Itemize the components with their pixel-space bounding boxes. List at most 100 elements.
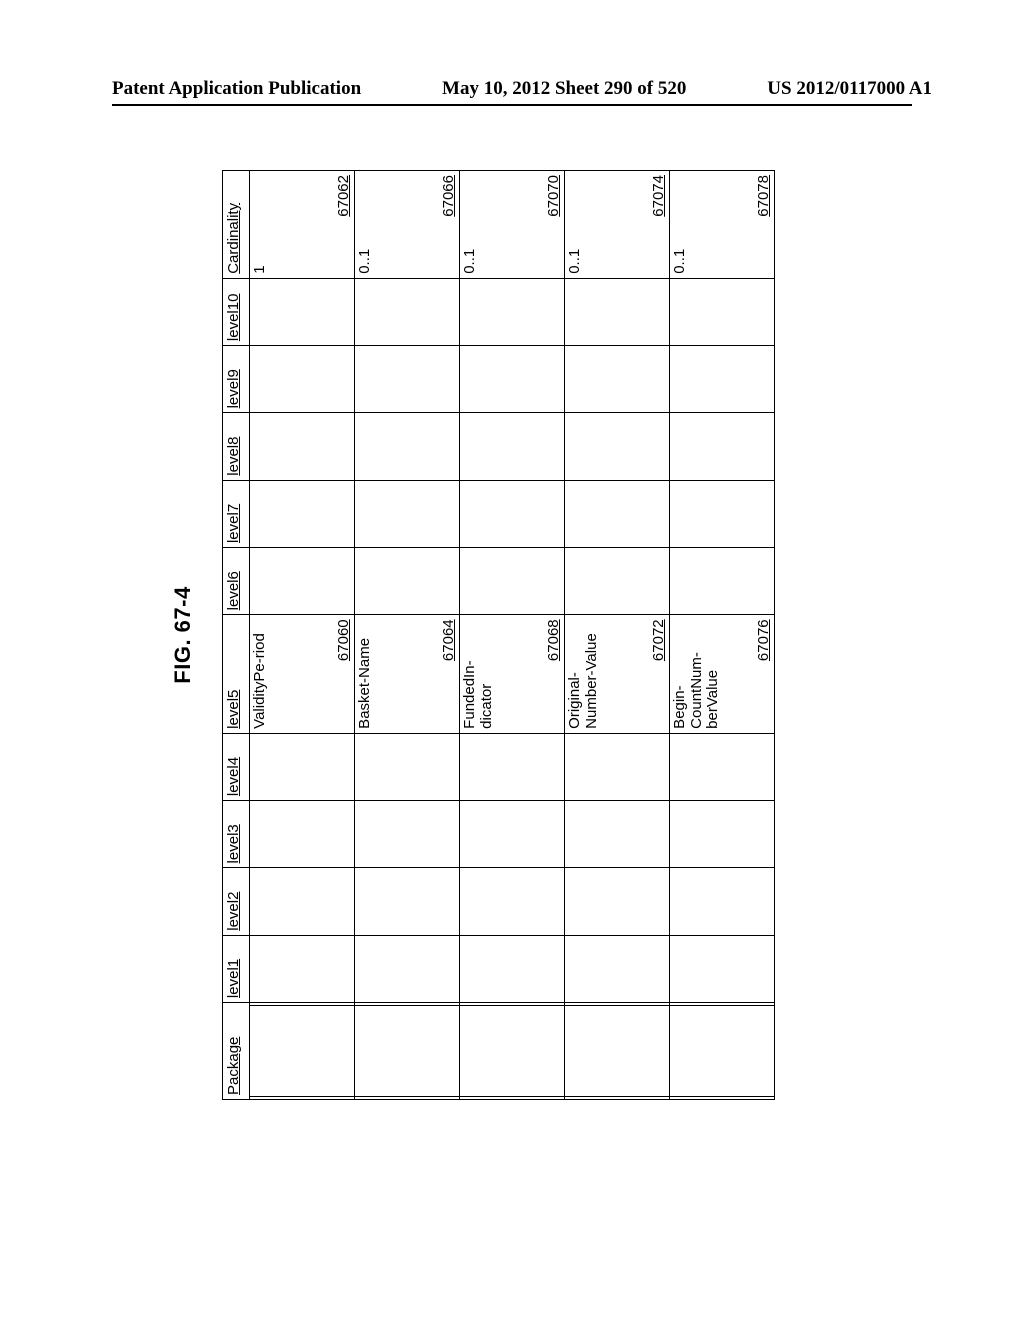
cell-level3 (460, 801, 565, 868)
cell-level4 (250, 733, 355, 800)
cell-level10 (355, 278, 460, 345)
cell-level2 (670, 868, 775, 935)
col-level5: level5 (223, 615, 250, 733)
cell-level10 (670, 278, 775, 345)
cell-level8 (250, 413, 355, 480)
level5-ref: 67072 (650, 619, 667, 661)
cell-level6 (250, 548, 355, 615)
cell-level1 (565, 935, 670, 1002)
cell-level8 (670, 413, 775, 480)
cardinality-value: 0..1 (567, 175, 584, 274)
level5-ref: 67068 (545, 619, 562, 661)
cell-level2 (565, 868, 670, 935)
cell-package (460, 1003, 565, 1100)
cell-level5: FundedIn-dicator 67068 (460, 615, 565, 733)
cell-level4 (670, 733, 775, 800)
col-level9: level9 (223, 346, 250, 413)
level5-text: FundedIn-dicator (462, 619, 495, 728)
cell-package (355, 1003, 460, 1100)
table-row: Begin-CountNum-berValue 67076 0..1 67078 (670, 171, 775, 1100)
cell-level4 (565, 733, 670, 800)
cardinality-value: 0..1 (462, 175, 479, 274)
cell-cardinality: 0..1 67074 (565, 171, 670, 279)
level5-text: Basket-Name (357, 619, 374, 728)
figure-area: FIG. 67-4 Package level1 level2 level3 l… (170, 170, 775, 1100)
cell-package (670, 1003, 775, 1100)
cell-level9 (565, 346, 670, 413)
cell-level6 (670, 548, 775, 615)
cell-level6 (355, 548, 460, 615)
cell-level10 (565, 278, 670, 345)
cell-level10 (460, 278, 565, 345)
cardinality-value: 0..1 (672, 175, 689, 274)
cell-level4 (460, 733, 565, 800)
cell-level4 (355, 733, 460, 800)
cell-level6 (565, 548, 670, 615)
level5-ref: 67064 (440, 619, 457, 661)
level5-ref: 67060 (335, 619, 352, 661)
header-rule (112, 104, 912, 106)
col-level3: level3 (223, 801, 250, 868)
table-row: Basket-Name 67064 0..1 67066 (355, 171, 460, 1100)
level5-text: ValidityPe-riod (252, 619, 269, 728)
cell-level2 (355, 868, 460, 935)
cardinality-ref: 67070 (545, 175, 562, 217)
cell-level7 (250, 480, 355, 547)
level5-ref: 67076 (755, 619, 772, 661)
cell-level7 (565, 480, 670, 547)
col-level8: level8 (223, 413, 250, 480)
cell-level3 (250, 801, 355, 868)
col-level2: level2 (223, 868, 250, 935)
cardinality-ref: 67078 (755, 175, 772, 217)
level5-text: Begin-CountNum-berValue (672, 619, 722, 728)
cell-cardinality: 0..1 67078 (670, 171, 775, 279)
col-cardinality: Cardinality (223, 171, 250, 279)
cardinality-ref: 67066 (440, 175, 457, 217)
cell-level1 (670, 935, 775, 1002)
cell-level2 (460, 868, 565, 935)
cell-level2 (250, 868, 355, 935)
cell-level3 (565, 801, 670, 868)
header-center: May 10, 2012 Sheet 290 of 520 (442, 78, 686, 100)
table-body: ValidityPe-riod 67060 1 67062 (250, 171, 775, 1100)
cell-level8 (460, 413, 565, 480)
cell-level3 (355, 801, 460, 868)
cardinality-ref: 67062 (335, 175, 352, 217)
table-row: Original-Number-Value 67072 0..1 67074 (565, 171, 670, 1100)
cell-level7 (355, 480, 460, 547)
level5-text: Original-Number-Value (567, 619, 600, 728)
cell-level8 (355, 413, 460, 480)
col-level4: level4 (223, 733, 250, 800)
cell-level1 (355, 935, 460, 1002)
cell-level9 (250, 346, 355, 413)
cell-level7 (460, 480, 565, 547)
col-level6: level6 (223, 548, 250, 615)
cell-level5: Begin-CountNum-berValue 67076 (670, 615, 775, 733)
page-header: Patent Application Publication May 10, 2… (0, 78, 1024, 100)
cell-level1 (250, 935, 355, 1002)
cardinality-ref: 67074 (650, 175, 667, 217)
col-package: Package (223, 1003, 250, 1100)
col-level10: level10 (223, 278, 250, 345)
cell-level1 (460, 935, 565, 1002)
cardinality-value: 1 (252, 175, 269, 274)
col-level1: level1 (223, 935, 250, 1002)
table-row: FundedIn-dicator 67068 0..1 67070 (460, 171, 565, 1100)
cell-cardinality: 0..1 67070 (460, 171, 565, 279)
cell-level6 (460, 548, 565, 615)
cell-cardinality: 1 67062 (250, 171, 355, 279)
cell-level10 (250, 278, 355, 345)
cardinality-value: 0..1 (357, 175, 374, 274)
cell-level3 (670, 801, 775, 868)
header-left: Patent Application Publication (112, 78, 361, 100)
page: Patent Application Publication May 10, 2… (0, 0, 1024, 1320)
col-level7: level7 (223, 480, 250, 547)
cell-level9 (460, 346, 565, 413)
table-header-row: Package level1 level2 level3 level4 leve… (223, 171, 250, 1100)
cell-level7 (670, 480, 775, 547)
cell-level5: Original-Number-Value 67072 (565, 615, 670, 733)
cell-package (565, 1003, 670, 1100)
figure-label: FIG. 67-4 (170, 170, 196, 1100)
cell-level9 (670, 346, 775, 413)
table-row: ValidityPe-riod 67060 1 67062 (250, 171, 355, 1100)
